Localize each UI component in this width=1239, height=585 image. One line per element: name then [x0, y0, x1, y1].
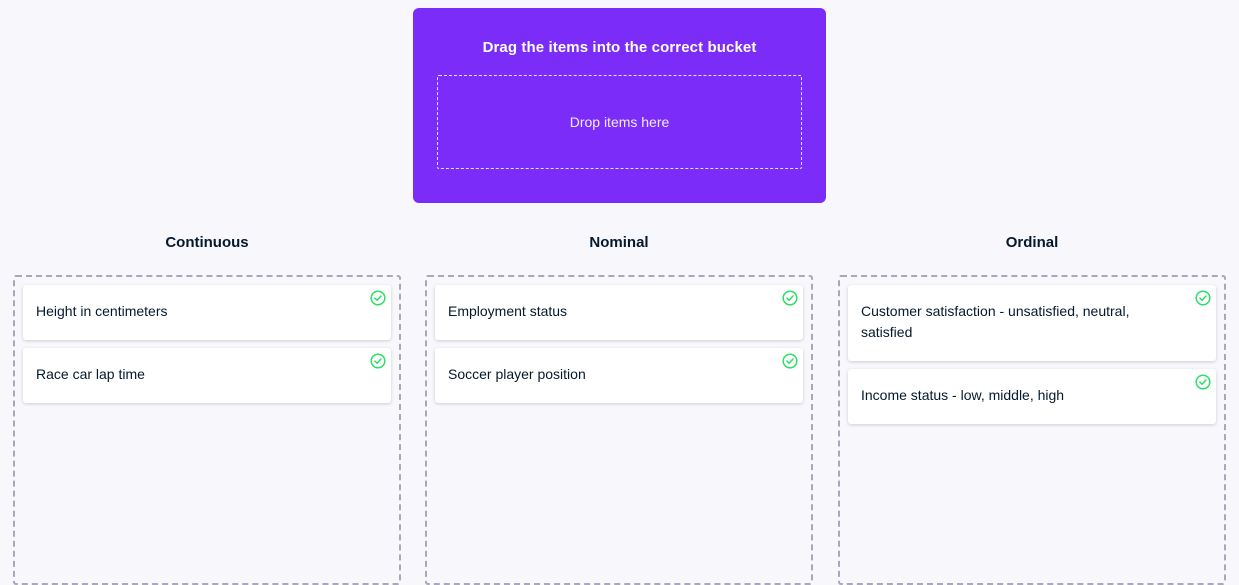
item-label: Height in centimeters	[36, 303, 168, 319]
source-dropzone[interactable]: Drop items here	[437, 75, 802, 169]
bucket-nominal[interactable]: Employment status Soccer player position	[425, 275, 813, 585]
instruction-title: Drag the items into the correct bucket	[482, 39, 757, 56]
draggable-item[interactable]: Race car lap time	[23, 348, 391, 403]
draggable-item[interactable]: Employment status	[435, 285, 803, 340]
source-panel: Drag the items into the correct bucket D…	[413, 8, 826, 203]
item-label: Race car lap time	[36, 366, 145, 382]
dropzone-label: Drop items here	[569, 114, 670, 130]
check-circle-icon	[782, 353, 798, 369]
bucket-title-ordinal: Ordinal	[1005, 234, 1059, 251]
item-label: Customer satisfaction - unsatisfied, neu…	[861, 303, 1130, 340]
bucket-title-continuous: Continuous	[165, 234, 249, 251]
check-circle-icon	[1195, 290, 1211, 306]
check-circle-icon	[1195, 374, 1211, 390]
check-circle-icon	[370, 353, 386, 369]
item-label: Income status - low, middle, high	[861, 387, 1065, 403]
bucket-title-nominal: Nominal	[589, 234, 649, 251]
bucket-ordinal[interactable]: Customer satisfaction - unsatisfied, neu…	[838, 275, 1226, 585]
check-circle-icon	[370, 290, 386, 306]
draggable-item[interactable]: Soccer player position	[435, 348, 803, 403]
draggable-item[interactable]: Height in centimeters	[23, 285, 391, 340]
check-circle-icon	[782, 290, 798, 306]
draggable-item[interactable]: Customer satisfaction - unsatisfied, neu…	[848, 285, 1216, 361]
item-label: Employment status	[448, 303, 568, 319]
draggable-item[interactable]: Income status - low, middle, high	[848, 369, 1216, 424]
bucket-continuous[interactable]: Height in centimeters Race car lap time	[13, 275, 401, 585]
item-label: Soccer player position	[448, 366, 586, 382]
